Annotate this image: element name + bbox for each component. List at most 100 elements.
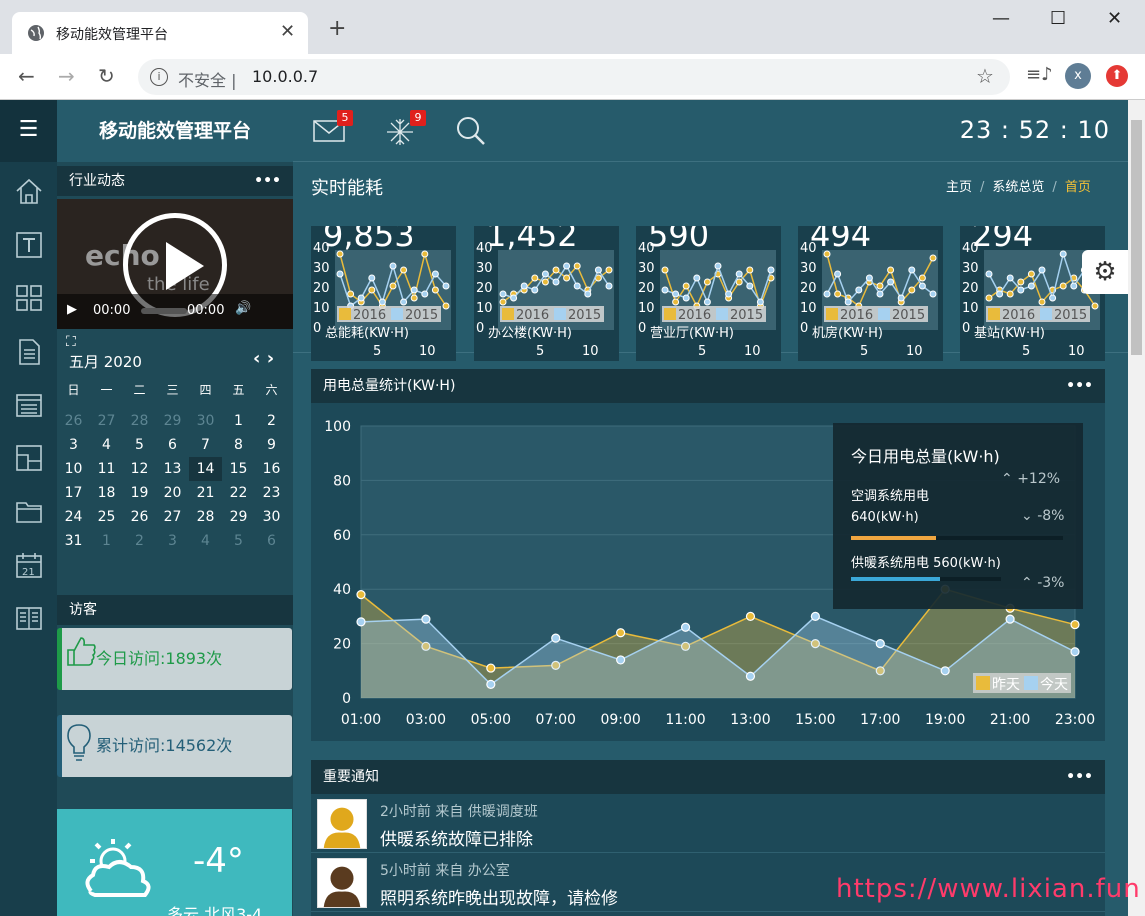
calendar-day[interactable]: 3 [156, 529, 189, 553]
prev-month-icon[interactable]: ‹ [253, 348, 260, 369]
more-icon[interactable]: ••• [1066, 369, 1093, 403]
calendar-day[interactable]: 23 [255, 481, 288, 505]
data-point[interactable] [680, 622, 691, 632]
calendar-day[interactable]: 2 [255, 409, 288, 433]
notice-item[interactable]: 2小时前 来自 供暖调度班 供暖系统故障已排除 [311, 795, 1105, 853]
data-point[interactable] [745, 671, 756, 681]
maximize-icon[interactable]: ☐ [1050, 8, 1066, 29]
minimize-icon[interactable]: — [992, 8, 1010, 29]
calendar-day[interactable]: 26 [123, 505, 156, 529]
info-icon[interactable]: i [150, 68, 168, 86]
calendar-day[interactable]: 15 [222, 457, 255, 481]
data-point[interactable] [486, 679, 496, 689]
data-point[interactable] [940, 666, 950, 676]
breadcrumb-overview[interactable]: 系统总览 [992, 180, 1044, 195]
reload-icon[interactable]: ↻ [98, 64, 115, 88]
data-point[interactable] [616, 628, 626, 638]
calendar-day[interactable]: 19 [123, 481, 156, 505]
calendar-day[interactable]: 17 [57, 481, 90, 505]
calendar-day[interactable]: 18 [90, 481, 123, 505]
calendar-day[interactable]: 6 [156, 433, 189, 457]
calendar-day[interactable]: 29 [222, 505, 255, 529]
document-icon[interactable] [14, 337, 44, 367]
home-icon[interactable] [14, 176, 44, 206]
back-icon[interactable]: ← [18, 64, 35, 88]
video-player[interactable]: echo the life ▶ 00:00 00:00 🔊 [57, 199, 293, 329]
calendar-day[interactable]: 6 [255, 529, 288, 553]
scrollbar[interactable] [1128, 100, 1145, 916]
extension-icon[interactable]: ⬆ [1106, 65, 1128, 87]
calendar-day[interactable]: 29 [156, 409, 189, 433]
more-icon[interactable]: ••• [254, 166, 281, 196]
text-icon[interactable] [14, 230, 44, 260]
fullscreen-icon[interactable]: ⛶ [66, 334, 76, 350]
calendar-day[interactable]: 28 [189, 505, 222, 529]
calendar-day[interactable]: 30 [255, 505, 288, 529]
browser-tab[interactable]: 移动能效管理平台 ✕ [12, 12, 308, 54]
data-point[interactable] [875, 639, 885, 649]
folder-icon[interactable] [14, 496, 44, 526]
calendar-day[interactable]: 8 [222, 433, 255, 457]
close-window-icon[interactable]: ✕ [1107, 8, 1122, 29]
data-point[interactable] [745, 611, 756, 621]
calendar-day[interactable]: 7 [189, 433, 222, 457]
data-point[interactable] [616, 655, 626, 665]
calendar-day[interactable]: 22 [222, 481, 255, 505]
settings-gear-icon[interactable]: ⚙ [1082, 250, 1128, 294]
calendar-day[interactable]: 4 [189, 529, 222, 553]
calendar-day[interactable]: 2 [123, 529, 156, 553]
calendar-day[interactable]: 10 [57, 457, 90, 481]
calendar-icon[interactable]: 21 [14, 550, 44, 580]
calendar-day[interactable]: 16 [255, 457, 288, 481]
calendar-day[interactable]: 11 [90, 457, 123, 481]
scrollbar-thumb[interactable] [1131, 120, 1142, 355]
calendar-day[interactable]: 3 [57, 433, 90, 457]
data-point[interactable] [1070, 619, 1080, 630]
more-icon[interactable]: ••• [1066, 760, 1093, 794]
data-point[interactable] [1005, 614, 1015, 624]
calendar-day[interactable]: 4 [90, 433, 123, 457]
data-point[interactable] [1070, 647, 1080, 657]
calendar-day[interactable]: 13 [156, 457, 189, 481]
calendar-day[interactable]: 27 [90, 409, 123, 433]
calendar-day[interactable]: 1 [90, 529, 123, 553]
data-point[interactable] [421, 614, 431, 624]
play-small-icon[interactable]: ▶ [67, 302, 77, 317]
calendar-day[interactable]: 20 [156, 481, 189, 505]
data-point[interactable] [810, 611, 820, 621]
calendar-day[interactable]: 24 [57, 505, 90, 529]
data-point[interactable] [551, 633, 561, 643]
calendar-day[interactable]: 31 [57, 529, 90, 553]
calendar-day[interactable]: 12 [123, 457, 156, 481]
calendar-day[interactable]: 5 [123, 433, 156, 457]
calendar-day[interactable]: 9 [255, 433, 288, 457]
close-tab-icon[interactable]: ✕ [280, 21, 295, 42]
seek-bar[interactable] [141, 308, 187, 314]
data-point[interactable] [486, 663, 496, 673]
grid-icon[interactable] [14, 283, 44, 313]
search-icon[interactable] [456, 116, 486, 146]
bookmark-star-icon[interactable]: ☆ [976, 64, 994, 88]
profile-avatar[interactable]: x [1065, 63, 1091, 89]
data-point[interactable] [356, 590, 366, 600]
new-tab-icon[interactable]: + [328, 16, 346, 41]
calendar-day[interactable]: 25 [90, 505, 123, 529]
next-month-icon[interactable]: › [267, 348, 274, 369]
calendar-day[interactable]: 1 [222, 409, 255, 433]
forward-icon[interactable]: → [58, 64, 75, 88]
breadcrumb-home[interactable]: 主页 [946, 180, 972, 195]
calendar-day[interactable]: 27 [156, 505, 189, 529]
calendar-day[interactable]: 5 [222, 529, 255, 553]
list-icon[interactable] [14, 390, 44, 420]
omnibox[interactable]: i 不安全 | 10.0.0.7 ☆ [138, 59, 1010, 95]
calendar-day[interactable]: 21 [189, 481, 222, 505]
hamburger-menu-icon[interactable]: ☰ [0, 100, 57, 162]
book-icon[interactable] [14, 603, 44, 633]
calendar-day[interactable]: 26 [57, 409, 90, 433]
calendar-day[interactable]: 14 [189, 457, 222, 481]
calendar-day[interactable]: 28 [123, 409, 156, 433]
volume-icon[interactable]: 🔊 [235, 301, 251, 316]
media-control-icon[interactable]: ≡♪ [1026, 64, 1053, 85]
calendar-day[interactable]: 30 [189, 409, 222, 433]
data-point[interactable] [356, 617, 366, 627]
